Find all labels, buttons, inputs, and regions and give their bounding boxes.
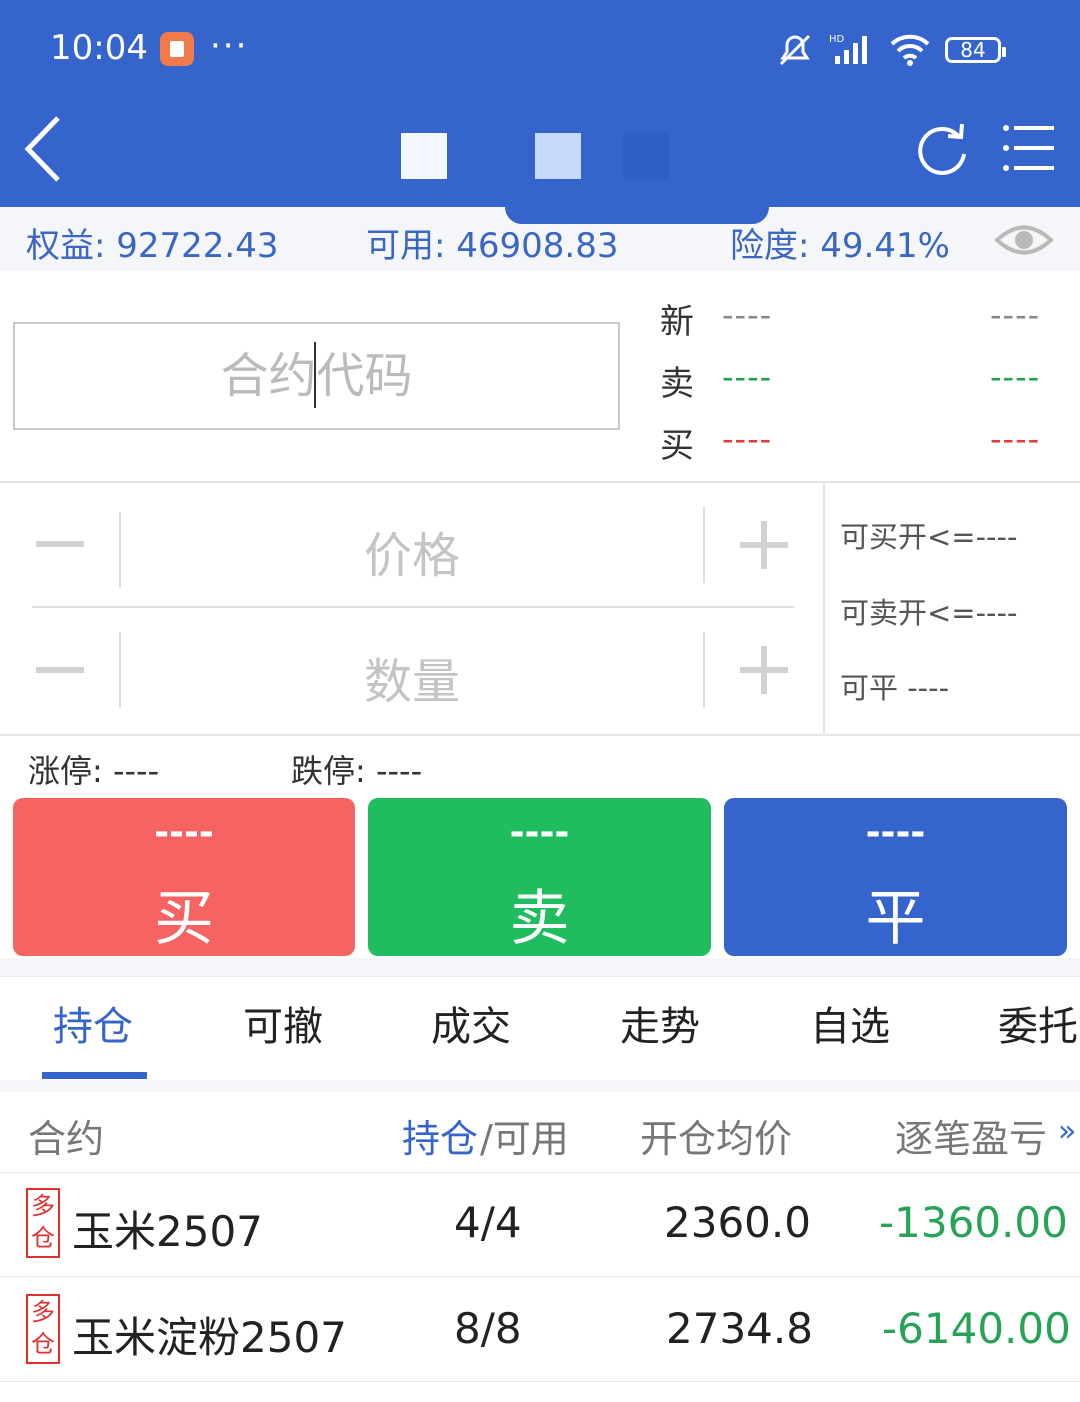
price-input[interactable]: 价格 [122, 516, 702, 586]
battery-icon: 84 [945, 37, 1006, 63]
qty-increase-button[interactable] [740, 646, 788, 694]
app-notification-icon [160, 32, 194, 66]
quote-ask-label: 卖 [660, 364, 694, 404]
chevron-left-icon [24, 116, 60, 182]
limit-up: 涨停: ---- [28, 752, 160, 790]
row-position: 8/8 [454, 1304, 522, 1353]
price-separator-left [119, 512, 121, 588]
tab-bar [0, 976, 1080, 1081]
price-separator-right [703, 507, 705, 583]
risk-value: 险度: 49.41% [730, 226, 950, 266]
can-close: 可平 ---- [840, 671, 950, 705]
eye-icon [994, 225, 1054, 255]
price-increase-button[interactable] [740, 521, 788, 569]
quote-ask-left: ---- [722, 358, 773, 396]
can-sell-open: 可卖开<=---- [840, 596, 1018, 630]
row-position: 4/4 [454, 1198, 522, 1247]
buy-label: 买 [154, 884, 214, 954]
qty-separator-left [119, 632, 121, 708]
tab-cancelable[interactable]: 可撤 [243, 994, 323, 1052]
svg-text:HD: HD [829, 34, 845, 45]
quote-latest-right: ---- [990, 296, 1041, 334]
header-indicator-1 [401, 133, 447, 179]
tab-trend[interactable]: 走势 [620, 994, 700, 1052]
equity-value: 权益: 92722.43 [26, 226, 279, 266]
tab-positions[interactable]: 持仓 [53, 994, 133, 1052]
text-caret [314, 342, 316, 408]
row-avg-price: 2734.8 [666, 1304, 813, 1353]
buy-button[interactable]: ---- 买 [13, 798, 355, 956]
can-buy-open: 可买开<=---- [840, 520, 1018, 554]
more-columns-button[interactable]: » [1058, 1114, 1076, 1149]
header-contract: 合约 [28, 1117, 105, 1161]
limit-down: 跌停: ---- [291, 752, 423, 790]
row-contract-name: 玉米淀粉2507 [72, 1313, 347, 1362]
section-divider [0, 734, 1080, 736]
menu-button[interactable] [998, 118, 1060, 182]
sell-button[interactable]: ---- 卖 [368, 798, 711, 956]
row-pnl: -1360.00 [879, 1198, 1068, 1247]
close-label: 平 [865, 884, 926, 954]
qty-separator-right [703, 632, 705, 708]
sell-label: 卖 [509, 884, 570, 954]
header-position: 持仓 [402, 1117, 479, 1161]
section-gap [0, 1080, 1080, 1092]
active-tab-indicator [42, 1072, 147, 1079]
refresh-icon [918, 123, 966, 175]
toggle-visibility-button[interactable] [994, 219, 1054, 261]
header-indicator-3 [623, 133, 669, 179]
status-icons: HD 84 [775, 30, 1006, 70]
contract-code-input[interactable]: 合约代码 [13, 322, 620, 430]
available-value: 可用: 46908.83 [366, 226, 619, 266]
long-position-badge: 多仓 [26, 1294, 60, 1364]
sell-price: ---- [509, 812, 570, 853]
header-avg-price: 开仓均价 [640, 1117, 793, 1161]
close-price: ---- [865, 812, 926, 853]
row-contract-name: 玉米2507 [72, 1207, 263, 1256]
list-menu-icon [1003, 125, 1054, 171]
buy-price: ---- [154, 812, 214, 853]
status-time: 10:04 [50, 28, 148, 68]
header-available: /可用 [480, 1117, 569, 1161]
quote-ask-right: ---- [990, 358, 1041, 396]
header-pnl: 逐笔盈亏 [895, 1117, 1048, 1161]
side-panel-separator [823, 482, 825, 735]
qty-input[interactable]: 数量 [122, 642, 702, 712]
field-divider [32, 606, 794, 608]
mute-icon [779, 34, 811, 66]
tab-trades[interactable]: 成交 [431, 994, 511, 1052]
header-indicator-2 [535, 133, 581, 179]
wifi-icon [890, 34, 930, 66]
quote-bid-left: ---- [722, 420, 773, 458]
section-divider [0, 481, 1080, 483]
section-gap [0, 958, 1080, 976]
row-avg-price: 2360.0 [664, 1198, 811, 1247]
plus-icon-vertical [761, 646, 767, 694]
quote-bid-label: 买 [660, 426, 694, 466]
tab-orders[interactable]: 委托 [998, 994, 1078, 1052]
close-position-button[interactable]: ---- 平 [724, 798, 1067, 956]
refresh-button[interactable] [912, 118, 972, 182]
long-position-badge: 多仓 [26, 1188, 60, 1258]
row-pnl: -6140.00 [882, 1304, 1071, 1353]
qty-decrease-button[interactable] [36, 667, 84, 673]
plus-icon-vertical [761, 521, 767, 569]
quote-bid-right: ---- [990, 420, 1041, 458]
signal-icon: HD [829, 34, 867, 64]
quote-latest-label: 新 [660, 302, 694, 342]
price-decrease-button[interactable] [36, 541, 84, 547]
tab-watchlist[interactable]: 自选 [810, 994, 890, 1052]
more-notifications-icon: ··· [210, 26, 249, 66]
quote-latest-left: ---- [722, 296, 773, 334]
back-button[interactable] [22, 112, 82, 186]
